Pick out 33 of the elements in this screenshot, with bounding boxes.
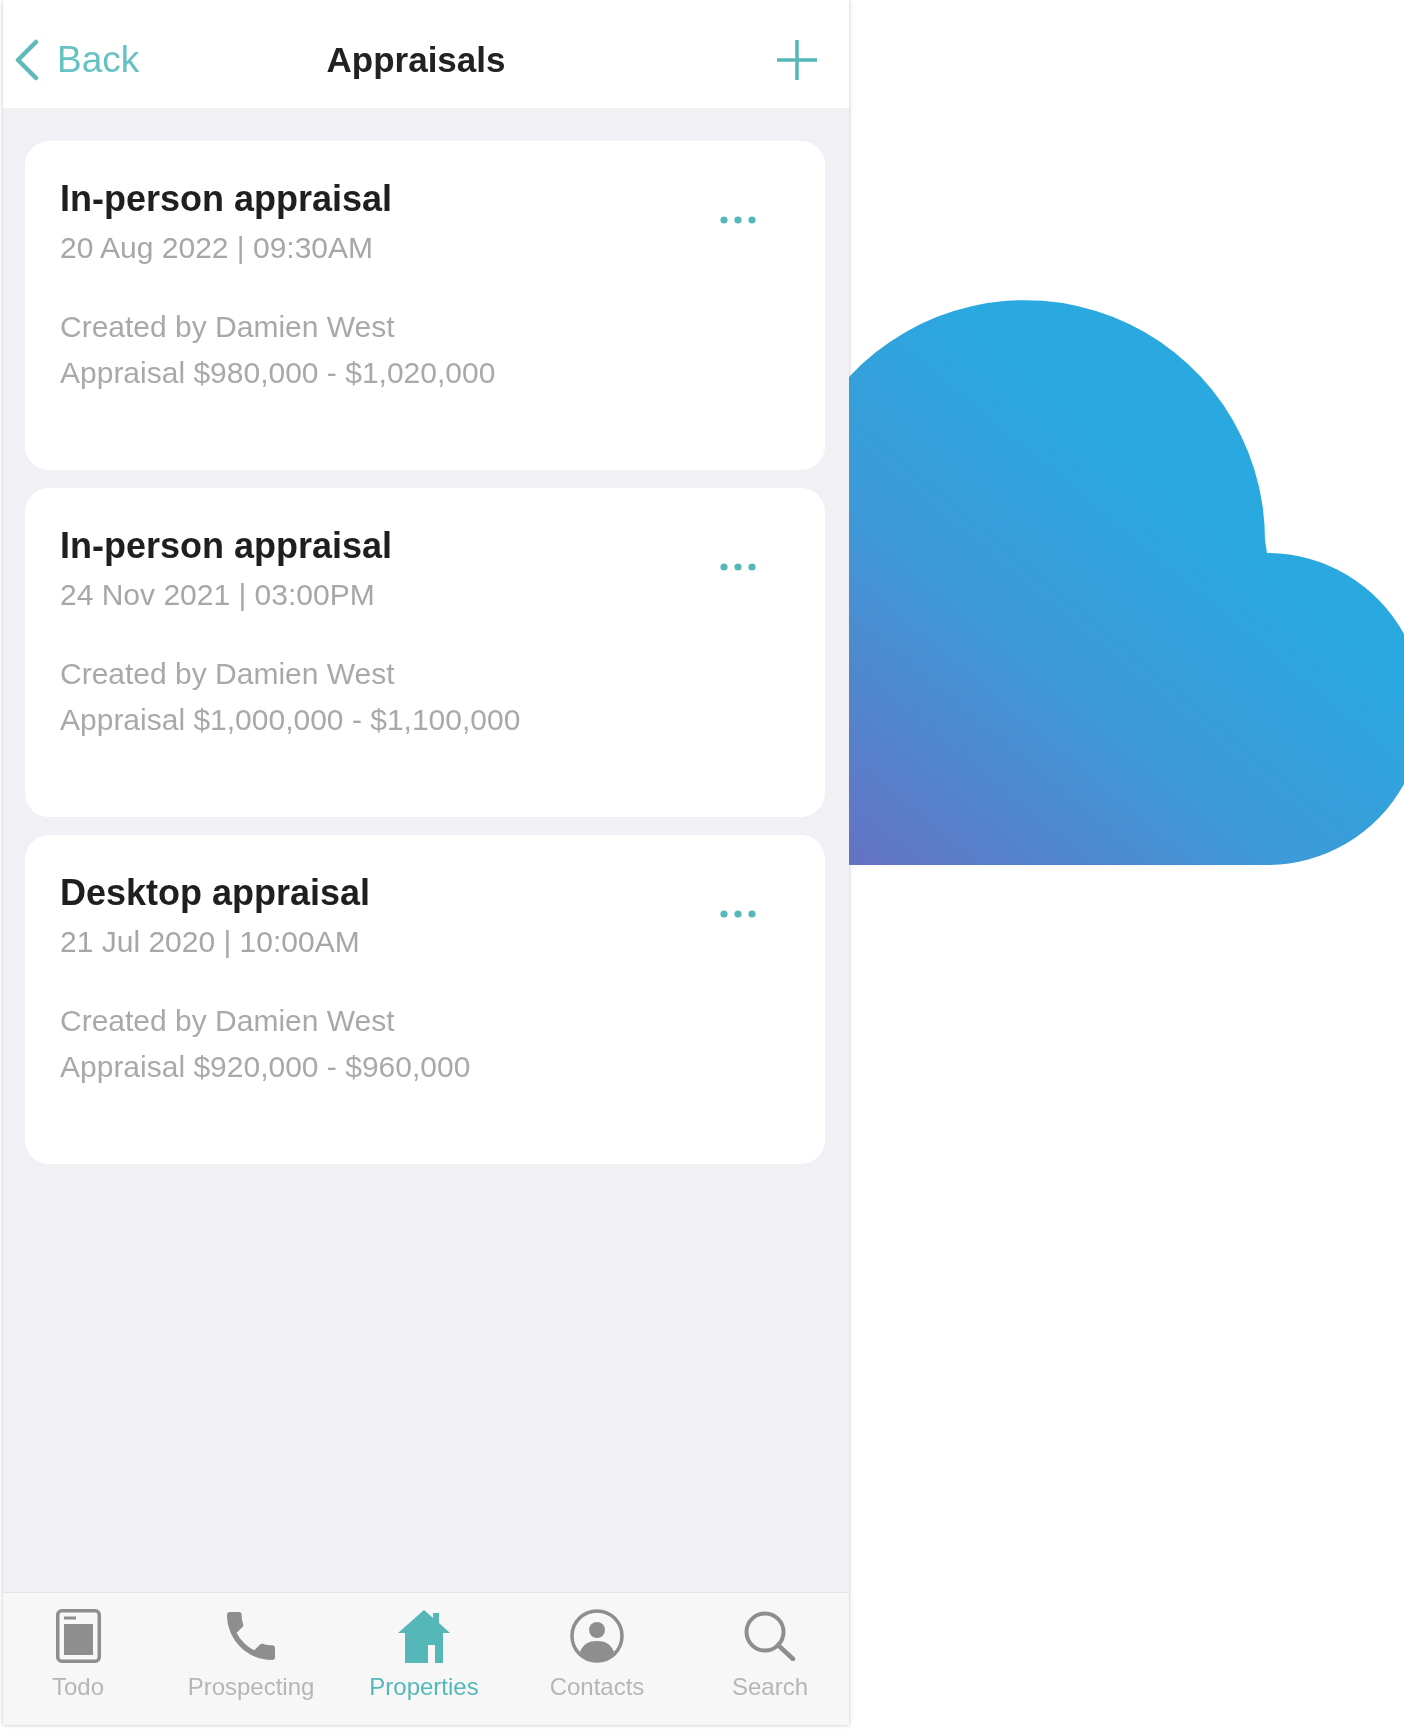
house-icon bbox=[398, 1609, 450, 1663]
tab-item[interactable]: Contacts bbox=[527, 1609, 667, 1725]
appraisal-card[interactable]: Desktop appraisal 21 Jul 2020 | 10:00AM Created by Damien West Appraisal $920,000 - $960,000 bbox=[25, 835, 825, 1164]
appraisal-card[interactable]: In-person appraisal 20 Aug 2022 | 09:30AM Created by Damien West Appraisal $980,000 - $1,020,000 bbox=[25, 141, 825, 470]
plus-icon bbox=[777, 40, 817, 80]
document-icon bbox=[55, 1609, 101, 1663]
creator-text: Created by Damien West bbox=[60, 309, 395, 345]
ellipsis-icon bbox=[720, 563, 756, 571]
ellipsis-icon bbox=[720, 216, 756, 224]
search-icon bbox=[744, 1611, 796, 1661]
tab-item[interactable]: Todo bbox=[8, 1609, 148, 1725]
tab-item[interactable]: Search bbox=[700, 1609, 840, 1725]
ellipsis-icon bbox=[720, 910, 756, 918]
appraisal-range: Appraisal $1,000,000 - $1,100,000 bbox=[60, 702, 521, 738]
appraisal-title: In-person appraisal bbox=[60, 524, 393, 567]
appraisal-title: In-person appraisal bbox=[60, 177, 393, 220]
tab-item[interactable]: Prospecting bbox=[181, 1609, 321, 1725]
phone-icon bbox=[227, 1612, 275, 1660]
chevron-left-icon bbox=[14, 39, 40, 81]
add-button[interactable] bbox=[776, 39, 818, 81]
appraisal-date: 20 Aug 2022 | 09:30AM bbox=[60, 230, 374, 266]
appraisal-title: Desktop appraisal bbox=[60, 871, 371, 914]
tab-item[interactable]: Properties bbox=[354, 1609, 494, 1725]
page-title: Appraisals bbox=[326, 39, 506, 81]
back-button[interactable]: Back bbox=[14, 38, 140, 82]
creator-text: Created by Damien West bbox=[60, 1003, 395, 1039]
appraisal-date: 24 Nov 2021 | 03:00PM bbox=[60, 577, 375, 613]
creator-text: Created by Damien West bbox=[60, 656, 395, 692]
appraisal-range: Appraisal $980,000 - $1,020,000 bbox=[60, 355, 496, 391]
appraisal-card[interactable]: In-person appraisal 24 Nov 2021 | 03:00PM Created by Damien West Appraisal $1,000,000 - $1,100,000 bbox=[25, 488, 825, 817]
appraisal-range: Appraisal $920,000 - $960,000 bbox=[60, 1049, 471, 1085]
appraisal-date: 21 Jul 2020 | 10:00AM bbox=[60, 924, 360, 960]
person-circle-icon bbox=[570, 1609, 624, 1663]
